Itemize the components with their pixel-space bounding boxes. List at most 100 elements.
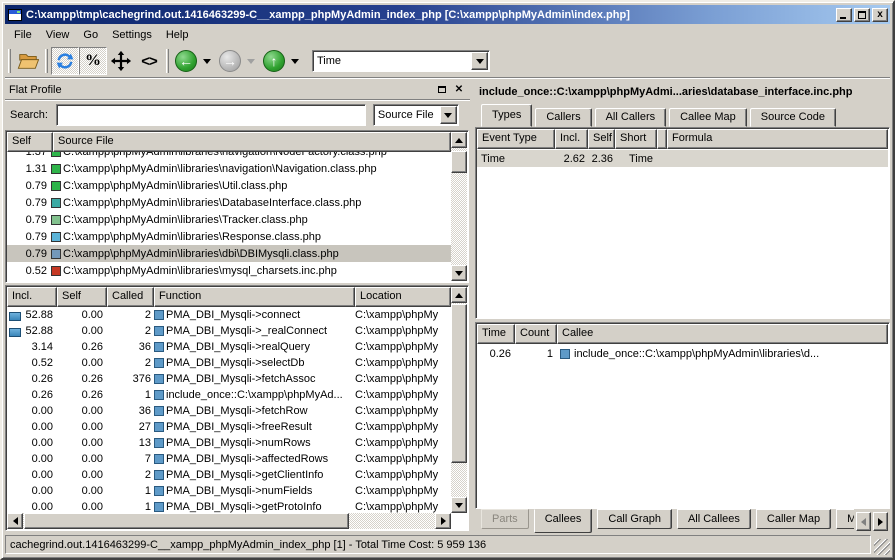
percent-toggle-button[interactable]: %: [79, 47, 107, 75]
detail-bottom-tab[interactable]: All Callees: [677, 509, 751, 529]
function-row[interactable]: 0.00 0.00 27 PMA_DBI_Mysqli->freeResult …: [7, 419, 451, 435]
column-header-self[interactable]: Self: [57, 287, 107, 307]
event-type-dropdown-button[interactable]: [471, 52, 488, 70]
function-row[interactable]: 0.26 0.26 376 PMA_DBI_Mysqli->fetchAssoc…: [7, 371, 451, 387]
scroll-thumb[interactable]: [24, 513, 349, 529]
up-dropdown[interactable]: [291, 59, 299, 64]
minimize-button[interactable]: [836, 8, 852, 22]
scroll-up-button[interactable]: [451, 132, 467, 148]
file-list-vscrollbar[interactable]: [451, 132, 467, 281]
group-by-dropdown-button[interactable]: [440, 106, 457, 124]
tab-scroll-left-button[interactable]: [856, 512, 871, 531]
detail-tab[interactable]: Types: [481, 104, 532, 127]
detail-bottom-tab[interactable]: Caller Map: [756, 509, 831, 529]
column-header-self[interactable]: Self: [588, 129, 615, 149]
detail-bottom-tab[interactable]: Callees: [534, 509, 593, 533]
function-row[interactable]: 0.00 0.00 13 PMA_DBI_Mysqli->numRows C:\…: [7, 435, 451, 451]
detail-bottom-tab[interactable]: Parts: [481, 509, 529, 529]
menu-item[interactable]: File: [7, 26, 39, 44]
event-type-select[interactable]: Time: [312, 50, 490, 72]
dock-float-button[interactable]: [435, 83, 449, 97]
resize-grip[interactable]: [874, 539, 890, 555]
scroll-down-button[interactable]: [451, 265, 467, 281]
menu-item[interactable]: Settings: [105, 26, 159, 44]
file-row[interactable]: 0.79 C:\xampp\phpMyAdmin\libraries\Util.…: [7, 177, 451, 194]
back-button[interactable]: ←: [172, 47, 200, 75]
column-header-location[interactable]: Location: [355, 287, 451, 307]
dock-close-button[interactable]: ✕: [452, 83, 466, 97]
toolbar-handle[interactable]: [8, 49, 11, 73]
menu-item[interactable]: Go: [76, 26, 105, 44]
function-row[interactable]: 0.52 0.00 2 PMA_DBI_Mysqli->selectDb C:\…: [7, 355, 451, 371]
refresh-button[interactable]: [51, 47, 79, 75]
file-row[interactable]: 0.52 C:\xampp\phpMyAdmin\libraries\user_…: [7, 279, 451, 281]
callee-row[interactable]: 0.26 1 include_once::C:\xampp\phpMyAdmin…: [477, 345, 888, 362]
column-header-time[interactable]: Time: [477, 324, 515, 344]
function-row[interactable]: 0.00 0.00 1 PMA_DBI_Mysqli->getProtoInfo…: [7, 499, 451, 513]
callee-name: include_once::C:\xampp\phpMyAdmin\librar…: [574, 348, 819, 360]
scroll-up-button[interactable]: [451, 287, 467, 303]
function-table-vscrollbar[interactable]: [451, 287, 467, 513]
detail-tab[interactable]: Callers: [535, 108, 591, 127]
function-row[interactable]: 0.00 0.00 1 PMA_DBI_Mysqli->numFields C:…: [7, 483, 451, 499]
open-file-button[interactable]: [14, 47, 42, 75]
detail-tab[interactable]: Callee Map: [669, 108, 747, 127]
file-row[interactable]: 1.31 C:\xampp\phpMyAdmin\libraries\navig…: [7, 160, 451, 177]
close-button[interactable]: x: [872, 8, 888, 22]
detail-bottom-tab[interactable]: Call Graph: [597, 509, 672, 529]
function-table-hscrollbar[interactable]: [7, 513, 451, 529]
cycle-groups-button[interactable]: <>: [135, 47, 163, 75]
scroll-right-button[interactable]: [435, 513, 451, 529]
function-row[interactable]: 0.00 0.00 36 PMA_DBI_Mysqli->fetchRow C:…: [7, 403, 451, 419]
column-header-short[interactable]: Short: [615, 129, 657, 149]
function-row[interactable]: 0.26 0.26 1 include_once::C:\xampp\phpMy…: [7, 387, 451, 403]
event-type-row[interactable]: Time 2.62 2.36 Time: [477, 150, 888, 167]
column-header-called[interactable]: Called: [107, 287, 154, 307]
detail-tab[interactable]: All Callers: [595, 108, 667, 127]
column-header-event-type[interactable]: Event Type: [477, 129, 555, 149]
maximize-button[interactable]: [854, 8, 870, 22]
file-row[interactable]: 0.52 C:\xampp\phpMyAdmin\libraries\mysql…: [7, 262, 451, 279]
location: C:\xampp\phpMy: [355, 357, 451, 369]
detail-tab[interactable]: Source Code: [750, 108, 836, 127]
file-row[interactable]: 0.79 C:\xampp\phpMyAdmin\libraries\dbi\D…: [7, 245, 451, 262]
file-row[interactable]: 0.79 C:\xampp\phpMyAdmin\libraries\Respo…: [7, 228, 451, 245]
function-row[interactable]: 52.88 0.00 2 PMA_DBI_Mysqli->connect C:\…: [7, 307, 451, 323]
up-button[interactable]: ↑: [260, 47, 288, 75]
function-row[interactable]: 52.88 0.00 2 PMA_DBI_Mysqli->_realConnec…: [7, 323, 451, 339]
search-input[interactable]: [56, 104, 366, 126]
function-row[interactable]: 0.00 0.00 7 PMA_DBI_Mysqli->affectedRows…: [7, 451, 451, 467]
toolbar-handle[interactable]: [166, 49, 169, 73]
column-header-count[interactable]: Count: [515, 324, 557, 344]
column-header-function[interactable]: Function: [154, 287, 355, 307]
function-row[interactable]: 3.14 0.26 36 PMA_DBI_Mysqli->realQuery C…: [7, 339, 451, 355]
column-header-incl[interactable]: Incl.: [7, 287, 57, 307]
tab-scroll-right-button[interactable]: [873, 512, 888, 531]
toolbar-handle[interactable]: [45, 49, 48, 73]
forward-button[interactable]: →: [216, 47, 244, 75]
menu-item[interactable]: View: [39, 26, 77, 44]
scroll-thumb[interactable]: [451, 304, 467, 463]
column-header-formula[interactable]: Formula: [667, 129, 888, 149]
detail-bottom-tab[interactable]: Machine: [836, 509, 854, 529]
file-row[interactable]: 1.37 C:\xampp\phpMyAdmin\libraries\navig…: [7, 152, 451, 160]
scroll-left-button[interactable]: [7, 513, 23, 529]
function-name: PMA_DBI_Mysqli->fetchRow: [166, 405, 308, 417]
self-cost: 0.00: [57, 405, 107, 417]
group-by-select[interactable]: Source File: [373, 104, 459, 126]
scroll-down-button[interactable]: [451, 497, 467, 513]
scroll-thumb[interactable]: [451, 151, 467, 173]
file-row[interactable]: 0.79 C:\xampp\phpMyAdmin\libraries\Datab…: [7, 194, 451, 211]
column-header-source-file[interactable]: Source File: [53, 132, 451, 152]
menu-item[interactable]: Help: [159, 26, 196, 44]
back-dropdown[interactable]: [203, 59, 211, 64]
column-header-incl[interactable]: Incl.: [555, 129, 588, 149]
column-header-self[interactable]: Self: [7, 132, 53, 152]
pan-button[interactable]: [107, 47, 135, 75]
column-header-spacer[interactable]: [657, 129, 667, 149]
function-row[interactable]: 0.00 0.00 2 PMA_DBI_Mysqli->getClientInf…: [7, 467, 451, 483]
column-header-callee[interactable]: Callee: [557, 324, 888, 344]
file-row[interactable]: 0.79 C:\xampp\phpMyAdmin\libraries\Track…: [7, 211, 451, 228]
function-table: Incl. Self Called Function Location 52.8…: [5, 285, 469, 531]
file-list-body: 1.37 C:\xampp\phpMyAdmin\libraries\navig…: [7, 152, 451, 281]
